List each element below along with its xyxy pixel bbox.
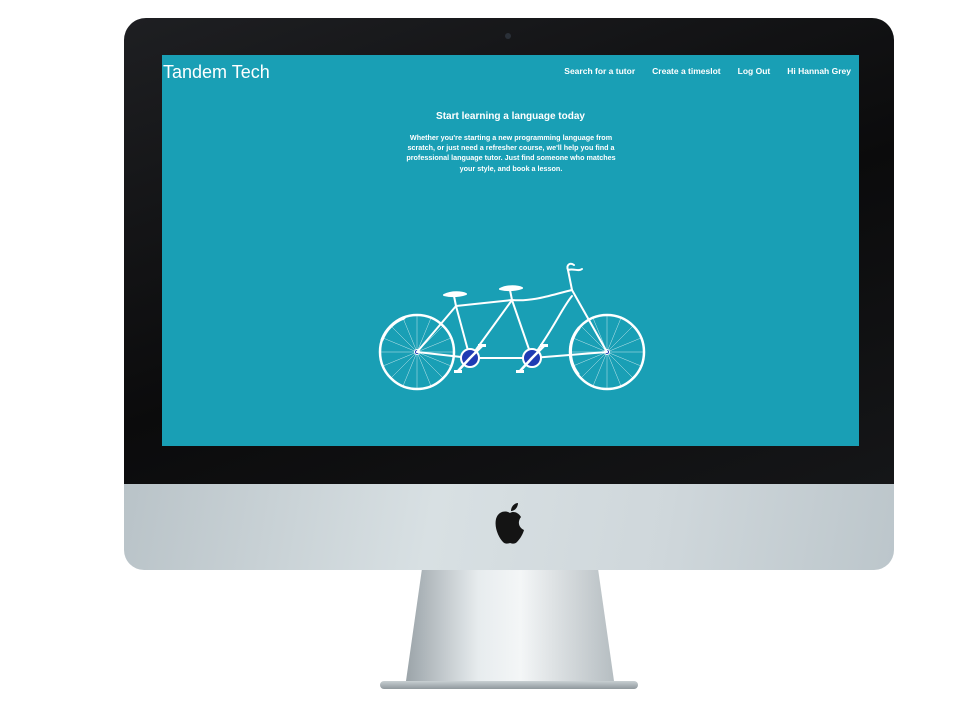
nav-log-out[interactable]: Log Out: [738, 66, 771, 76]
website-screen: Tandem Tech Search for a tutor Create a …: [162, 55, 859, 446]
nav-create-timeslot[interactable]: Create a timeslot: [652, 66, 721, 76]
hero-title: Start learning a language today: [436, 111, 585, 122]
tandem-bicycle-icon: [378, 262, 646, 391]
apple-logo-icon: [495, 503, 524, 544]
nav-search-tutor[interactable]: Search for a tutor: [564, 66, 635, 76]
imac-mockup: Tandem Tech Search for a tutor Create a …: [0, 0, 960, 720]
brand-logo[interactable]: Tandem Tech: [163, 62, 270, 83]
top-navigation: Search for a tutor Create a timeslot Log…: [564, 66, 851, 76]
monitor-stand-base: [380, 681, 638, 689]
monitor-stand: [405, 570, 615, 688]
camera-dot: [505, 33, 511, 39]
hero-description: Whether you're starting a new programmin…: [406, 133, 616, 173]
nav-user-greeting[interactable]: Hi Hannah Grey: [787, 66, 851, 76]
